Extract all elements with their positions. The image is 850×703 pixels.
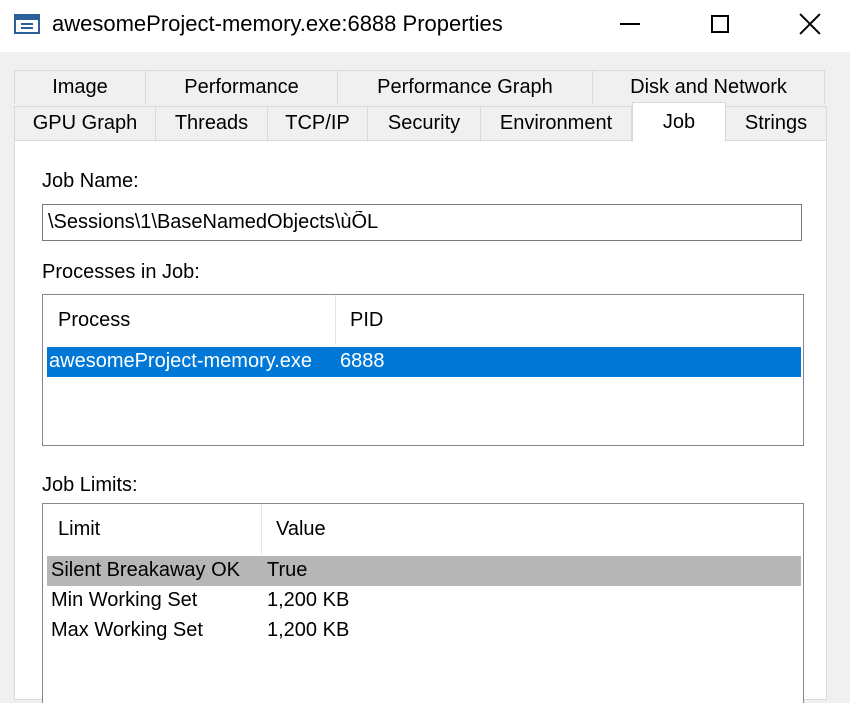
value-cell: 1,200 KB xyxy=(267,589,350,611)
title-bar: awesomeProject-memory.exe:6888 Propertie… xyxy=(0,0,850,52)
tab-gpu-graph[interactable]: GPU Graph xyxy=(14,106,156,140)
job-name-field[interactable] xyxy=(42,204,802,241)
minimize-icon xyxy=(620,23,640,25)
column-header-limit[interactable]: Limit xyxy=(43,504,261,554)
process-name-cell: awesomeProject-memory.exe xyxy=(49,350,313,372)
tab-threads[interactable]: Threads xyxy=(155,106,268,140)
column-header-process[interactable]: Process xyxy=(43,295,335,345)
tab-job[interactable]: Job xyxy=(632,102,726,142)
value-cell: 1,200 KB xyxy=(267,619,350,641)
table-row[interactable]: Min Working Set 1,200 KB xyxy=(47,586,801,616)
tab-tcpip[interactable]: TCP/IP xyxy=(267,106,368,140)
processes-list[interactable]: Process PID awesomeProject-memory.exe 68… xyxy=(42,294,804,446)
tab-environment[interactable]: Environment xyxy=(480,106,632,140)
close-icon xyxy=(798,12,822,36)
pid-cell: 6888 xyxy=(340,350,385,372)
table-row[interactable]: awesomeProject-memory.exe 6888 xyxy=(47,347,801,377)
table-row[interactable]: Silent Breakaway OK True xyxy=(47,556,801,586)
limit-cell: Max Working Set xyxy=(51,619,203,641)
job-limits-list[interactable]: Limit Value Silent Breakaway OK True Min… xyxy=(42,503,804,703)
window-app-icon[interactable] xyxy=(14,14,40,34)
close-button[interactable] xyxy=(765,0,850,48)
maximize-button[interactable] xyxy=(675,0,765,48)
tab-strings[interactable]: Strings xyxy=(725,106,827,140)
tab-performance[interactable]: Performance xyxy=(145,70,338,104)
tab-performance-graph[interactable]: Performance Graph xyxy=(337,70,593,104)
tab-image[interactable]: Image xyxy=(14,70,146,104)
limit-cell: Silent Breakaway OK xyxy=(51,559,240,581)
value-cell: True xyxy=(267,559,308,581)
processes-in-job-label: Processes in Job: xyxy=(42,261,200,283)
column-header-value[interactable]: Value xyxy=(261,504,801,554)
tab-disk-and-network[interactable]: Disk and Network xyxy=(592,70,825,104)
maximize-icon xyxy=(711,15,729,33)
table-row[interactable]: Max Working Set 1,200 KB xyxy=(47,616,801,646)
minimize-button[interactable] xyxy=(585,0,675,48)
tab-security[interactable]: Security xyxy=(367,106,481,140)
job-limits-label: Job Limits: xyxy=(42,474,138,496)
column-header-pid[interactable]: PID xyxy=(335,295,800,345)
window-title: awesomeProject-memory.exe:6888 Propertie… xyxy=(52,11,503,36)
limit-cell: Min Working Set xyxy=(51,589,198,611)
job-name-label: Job Name: xyxy=(42,170,139,192)
